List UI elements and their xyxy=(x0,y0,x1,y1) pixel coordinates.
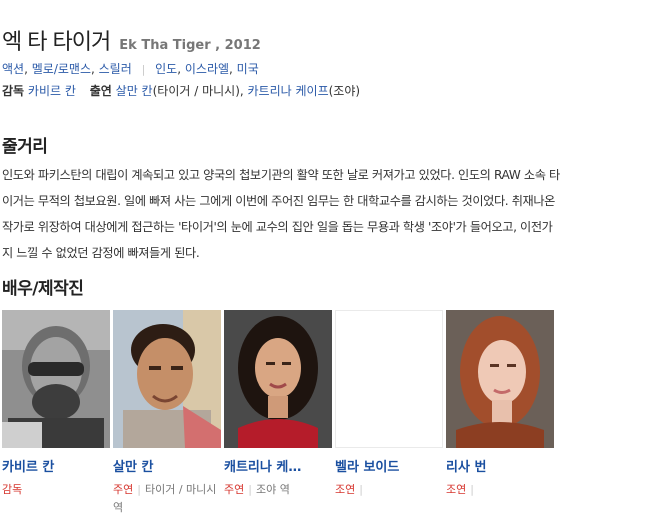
divider: | xyxy=(141,63,146,76)
role-kind: 조연 xyxy=(446,483,467,496)
genre-thriller-link[interactable]: 스릴러 xyxy=(99,62,132,76)
movie-title: 엑 타 타이거 xyxy=(2,30,111,55)
country-india-link[interactable]: 인도 xyxy=(155,62,177,76)
cast-card[interactable]: 벨라 보이드 조연 | xyxy=(335,310,445,499)
country-usa-link[interactable]: 미국 xyxy=(237,62,259,76)
country-israel-link[interactable]: 이스라엘 xyxy=(185,62,229,76)
portrait-photo-placeholder[interactable] xyxy=(335,310,443,448)
cast-name[interactable]: 카비르 칸 xyxy=(2,456,110,475)
cast-role: 주연 | 조야 역 xyxy=(224,483,290,496)
cast-link-2[interactable]: 카트리나 케이프 xyxy=(248,84,329,98)
cast-name[interactable]: 살만 칸 xyxy=(113,456,221,475)
cast-card[interactable]: 캐트리나 케… 주연 | 조야 역 xyxy=(224,310,334,499)
role-kind: 감독 xyxy=(2,483,23,496)
cast-role: 조연 | xyxy=(335,483,363,496)
cast-role-2: (조야) xyxy=(328,84,361,98)
synopsis-line: 작가로 위장하여 대상에게 접근하는 '타이거'의 눈에 교수의 집안 일을 돕… xyxy=(2,220,553,234)
synopsis-heading: 줄거리 xyxy=(2,137,48,157)
cast-link-1[interactable]: 살만 칸 xyxy=(116,84,153,98)
cast-heading: 배우/제작진 xyxy=(2,279,84,299)
original-title: Ek Tha Tiger , 2012 xyxy=(119,38,261,53)
portrait-photo[interactable] xyxy=(224,310,332,448)
cast-role: 감독 xyxy=(2,481,112,499)
director-link[interactable]: 카비르 칸 xyxy=(28,84,76,98)
genre-action-link[interactable]: 액션 xyxy=(2,62,24,76)
portrait-photo[interactable] xyxy=(2,310,110,448)
role-name: 조야 역 xyxy=(255,483,290,496)
cast-role: 조연 | xyxy=(446,483,474,496)
cast-name[interactable]: 벨라 보이드 xyxy=(335,456,443,475)
cast-role-1: (타이거 / 마니시) xyxy=(152,84,240,98)
genre-romance-link[interactable]: 멜로/로맨스 xyxy=(32,62,91,76)
synopsis-text: 인도와 파키스탄의 대립이 계속되고 있고 양국의 첩보기관의 활약 또한 날로… xyxy=(2,162,670,266)
title-row: 엑 타 타이거 Ek Tha Tiger , 2012 xyxy=(2,24,261,56)
synopsis-line: 지 느낄 수 없었던 감정에 빠져들게 된다. xyxy=(2,246,200,260)
credit-row: 감독 카비르 칸 출연 살만 칸(타이거 / 마니시), 카트리나 케이프(조야… xyxy=(2,84,361,98)
cast-name[interactable]: 리사 번 xyxy=(446,456,554,475)
cast-role: 주연 | 타이거 / 마니시 역 xyxy=(113,483,217,514)
cast-label: 출연 xyxy=(89,84,112,98)
role-kind: 주연 xyxy=(113,483,134,496)
role-kind: 조연 xyxy=(335,483,356,496)
cast-name[interactable]: 캐트리나 케… xyxy=(224,456,332,475)
genre-country-row: 액션, 멜로/로맨스, 스릴러 | 인도, 이스라엘, 미국 xyxy=(2,62,259,76)
synopsis-line: 인도와 파키스탄의 대립이 계속되고 있고 양국의 첩보기관의 활약 또한 날로… xyxy=(2,168,560,182)
cast-card[interactable]: 카비르 칸 감독 xyxy=(2,310,112,499)
cast-card[interactable]: 살만 칸 주연 | 타이거 / 마니시 역 xyxy=(113,310,223,517)
role-kind: 주연 xyxy=(224,483,245,496)
portrait-photo[interactable] xyxy=(446,310,554,448)
director-label: 감독 xyxy=(2,84,25,98)
cast-card[interactable]: 리사 번 조연 | xyxy=(446,310,556,499)
portrait-photo[interactable] xyxy=(113,310,221,448)
synopsis-line: 이거는 무적의 첩보요원. 일에 빠져 사는 그에게 이번에 주어진 임무는 한… xyxy=(2,194,555,208)
